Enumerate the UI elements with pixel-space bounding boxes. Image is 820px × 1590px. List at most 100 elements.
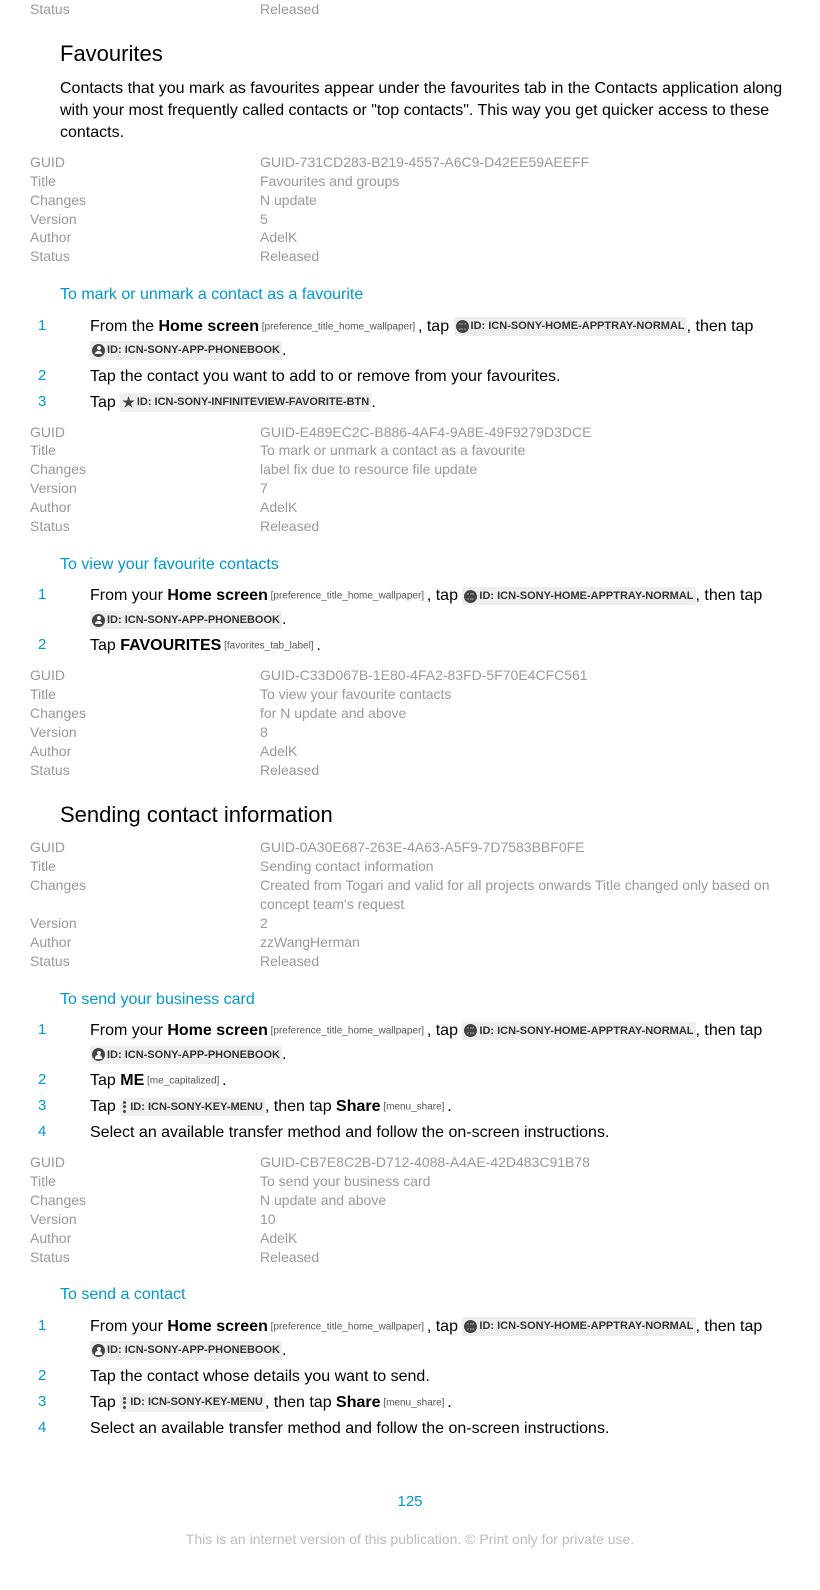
meta-row: AuthorzzWangHerman — [30, 933, 790, 952]
meta-label: Status — [30, 1248, 260, 1267]
resource-tag: [preference_title_home_wallpaper] — [259, 321, 418, 332]
resource-tag: [favorites_tab_label] — [221, 641, 316, 652]
view-fav-meta: GUIDGUID-C33D067B-1E80-4FA2-83FD-5F70E4C… — [30, 666, 790, 779]
step: From your Home screen [preference_title_… — [60, 1019, 790, 1067]
phonebook-icon — [92, 344, 105, 357]
step: From your Home screen [preference_title_… — [60, 584, 790, 632]
favourites-heading: Favourites — [60, 39, 790, 70]
meta-row: ChangesCreated from Togari and valid for… — [30, 876, 790, 914]
meta-label: GUID — [30, 423, 260, 442]
apptray-chip: ID: ICN-SONY-HOME-APPTRAY-NORMAL — [462, 587, 695, 606]
meta-row: AuthorAdelK — [30, 1229, 790, 1248]
step: Select an available transfer method and … — [60, 1121, 790, 1145]
apptray-icon — [464, 590, 477, 603]
meta-value: zzWangHerman — [260, 933, 790, 952]
menu-chip: ID: ICN-SONY-KEY-MENU — [120, 1393, 265, 1412]
step: Tap ID: ICN-SONY-KEY-MENU , then tap Sha… — [60, 1391, 790, 1415]
meta-value: To send your business card — [260, 1172, 790, 1191]
page-number: 125 — [30, 1491, 790, 1512]
step: From your Home screen [preference_title_… — [60, 1315, 790, 1363]
meta-value: GUID-E489EC2C-B886-4AF4-9A8E-49F9279D3DC… — [260, 423, 790, 442]
meta-value: label fix due to resource file update — [260, 460, 790, 479]
text: , then tap — [696, 1022, 763, 1039]
meta-label: Version — [30, 914, 260, 933]
meta-row: AuthorAdelK — [30, 498, 790, 517]
text: . — [447, 1098, 451, 1115]
meta-value: Released — [260, 761, 790, 780]
home-screen-label: Home screen — [167, 587, 268, 604]
meta-label: GUID — [30, 153, 260, 172]
text: . — [222, 1072, 226, 1089]
meta-row: ChangesN update and above — [30, 1191, 790, 1210]
meta-label: Changes — [30, 704, 260, 723]
meta-value: for N update and above — [260, 704, 790, 723]
meta-value: To view your favourite contacts — [260, 685, 790, 704]
text: , then tap — [696, 587, 763, 604]
chip-text: ID: ICN-SONY-HOME-APPTRAY-NORMAL — [479, 1318, 693, 1335]
chip-text: ID: ICN-SONY-INFINITEVIEW-FAVORITE-BTN — [137, 394, 369, 411]
text: , then tap — [265, 1394, 336, 1411]
text: From your — [90, 1022, 167, 1039]
phonebook-chip: ID: ICN-SONY-APP-PHONEBOOK — [90, 611, 282, 630]
apptray-chip: ID: ICN-SONY-HOME-APPTRAY-NORMAL — [462, 1317, 695, 1336]
send-contact-heading: To send a contact — [60, 1284, 790, 1306]
text: From your — [90, 1318, 167, 1335]
share-label: Share — [336, 1394, 380, 1411]
meta-row: TitleTo mark or unmark a contact as a fa… — [30, 441, 790, 460]
meta-value: AdelK — [260, 742, 790, 761]
meta-label: Author — [30, 742, 260, 761]
meta-value: Sending contact information — [260, 857, 790, 876]
meta-value: 7 — [260, 479, 790, 498]
meta-value: 2 — [260, 914, 790, 933]
text: , then tap — [696, 1318, 763, 1335]
text: . — [282, 1342, 286, 1359]
text: , then tap — [265, 1098, 336, 1115]
chip-text: ID: ICN-SONY-APP-PHONEBOOK — [107, 612, 280, 629]
text: . — [282, 1046, 286, 1063]
send-info-meta: GUIDGUID-0A30E687-263E-4A63-A5F9-7D7583B… — [30, 838, 790, 970]
meta-row: GUIDGUID-E489EC2C-B886-4AF4-9A8E-49F9279… — [30, 423, 790, 442]
text: From your — [90, 587, 167, 604]
apptray-chip: ID: ICN-SONY-HOME-APPTRAY-NORMAL — [462, 1022, 695, 1041]
menu-icon — [123, 1397, 127, 1409]
chip-text: ID: ICN-SONY-APP-PHONEBOOK — [107, 1342, 280, 1359]
text: Tap — [90, 1098, 120, 1115]
meta-row: GUIDGUID-CB7E8C2B-D712-4088-A4AE-42D483C… — [30, 1153, 790, 1172]
meta-label: GUID — [30, 1153, 260, 1172]
step: Tap ID: ICN-SONY-KEY-MENU , then tap Sha… — [60, 1095, 790, 1119]
meta-row: Changesfor N update and above — [30, 704, 790, 723]
step: From the Home screen [preference_title_h… — [60, 315, 790, 363]
phonebook-chip: ID: ICN-SONY-APP-PHONEBOOK — [90, 341, 282, 360]
phonebook-chip: ID: ICN-SONY-APP-PHONEBOOK — [90, 1046, 282, 1065]
meta-row: TitleTo send your business card — [30, 1172, 790, 1191]
chip-text: ID: ICN-SONY-HOME-APPTRAY-NORMAL — [471, 318, 685, 335]
resource-tag: [menu_share] — [381, 1101, 448, 1112]
menu-chip: ID: ICN-SONY-KEY-MENU — [120, 1098, 265, 1117]
chip-text: ID: ICN-SONY-HOME-APPTRAY-NORMAL — [479, 1023, 693, 1040]
meta-value: AdelK — [260, 1229, 790, 1248]
meta-row: Status Released — [30, 0, 790, 19]
text: , tap — [427, 587, 463, 604]
me-label: ME — [120, 1072, 144, 1089]
meta-label: Status — [30, 517, 260, 536]
meta-value: Created from Togari and valid for all pr… — [260, 876, 790, 914]
text: , tap — [427, 1022, 463, 1039]
meta-row: StatusReleased — [30, 247, 790, 266]
meta-label: Status — [30, 761, 260, 780]
meta-value: GUID-CB7E8C2B-D712-4088-A4AE-42D483C91B7… — [260, 1153, 790, 1172]
text: . — [282, 611, 286, 628]
send-card-meta: GUIDGUID-CB7E8C2B-D712-4088-A4AE-42D483C… — [30, 1153, 790, 1266]
share-label: Share — [336, 1098, 380, 1115]
meta-value: GUID-C33D067B-1E80-4FA2-83FD-5F70E4CFC56… — [260, 666, 790, 685]
favourites-meta: GUIDGUID-731CD283-B219-4557-A6C9-D42EE59… — [30, 153, 790, 266]
meta-label: Author — [30, 1229, 260, 1248]
meta-row: Version10 — [30, 1210, 790, 1229]
send-card-steps: From your Home screen [preference_title_… — [30, 1019, 790, 1145]
step: Tap ME [me_capitalized] . — [60, 1069, 790, 1093]
resource-tag: [menu_share] — [381, 1397, 448, 1408]
chip-text: ID: ICN-SONY-APP-PHONEBOOK — [107, 342, 280, 359]
meta-label: Version — [30, 723, 260, 742]
resource-tag: [me_capitalized] — [144, 1075, 222, 1086]
chip-text: ID: ICN-SONY-KEY-MENU — [130, 1394, 263, 1411]
meta-label: Changes — [30, 876, 260, 914]
